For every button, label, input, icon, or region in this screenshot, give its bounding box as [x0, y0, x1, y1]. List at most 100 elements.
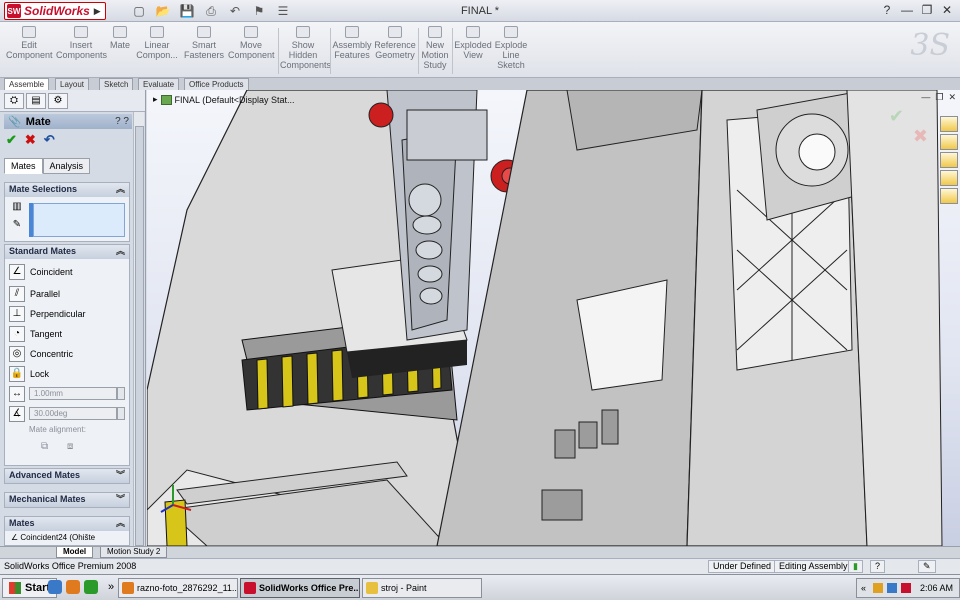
- status-help-icon[interactable]: ?: [870, 560, 886, 573]
- perpendicular-button[interactable]: ⊥ Perpendicular: [9, 305, 86, 323]
- tab-sketch[interactable]: Sketch: [99, 78, 134, 90]
- show-hidden-components-button[interactable]: Show Hidden Components: [280, 26, 331, 70]
- edit-component-button[interactable]: Edit Component: [6, 26, 53, 60]
- insert-components-icon: [74, 26, 88, 38]
- exploded-view-button[interactable]: Exploded View: [454, 26, 492, 60]
- reference-geometry-button[interactable]: Reference Geometry: [374, 26, 416, 60]
- scroll-thumb[interactable]: [135, 126, 144, 546]
- firefox-icon[interactable]: [66, 580, 80, 594]
- antivirus-icon[interactable]: [901, 583, 911, 593]
- aligned-icon[interactable]: ⧉: [41, 441, 48, 452]
- appearances-icon[interactable]: [940, 188, 958, 204]
- parallel-icon: ⫽: [9, 286, 25, 302]
- toolbar-separator: [278, 28, 279, 74]
- solidworks-icon: [244, 582, 256, 594]
- panel-scrollbar[interactable]: [133, 112, 144, 546]
- home-icon[interactable]: [940, 116, 958, 132]
- exploded-view-icon: [466, 26, 480, 38]
- assembly-name: FINAL (Default<Display Stat...: [174, 94, 295, 105]
- angle-button[interactable]: ∡: [9, 405, 25, 423]
- linear-component-pattern-button[interactable]: Linear Compon...: [134, 26, 180, 60]
- lock-button[interactable]: 🔒 Lock: [9, 365, 49, 383]
- motion-study-icon: [428, 26, 442, 38]
- concentric-button[interactable]: ◎ Concentric: [9, 345, 73, 363]
- tab-assemble[interactable]: Assemble: [4, 78, 50, 90]
- quick-launch-more-icon[interactable]: »: [108, 581, 114, 593]
- tab-motion-study-2[interactable]: Motion Study 2: [100, 547, 168, 558]
- feature-tree-flyout[interactable]: ▸ FINAL (Default<Display Stat...: [153, 94, 295, 105]
- quick-launch-app-icon[interactable]: [84, 580, 98, 594]
- close-button[interactable]: ✕: [940, 3, 954, 17]
- property-manager-tab-icon[interactable]: ▤: [26, 92, 46, 109]
- expand-icon[interactable]: ︾: [116, 469, 125, 482]
- tray-app-icon[interactable]: [873, 583, 883, 593]
- property-manager-panel: ⛭ ▤ ⚙ 📎 Mate ? ? ✔ ✖ ↶ Mates Analysis Ma…: [0, 90, 146, 546]
- tab-evaluate[interactable]: Evaluate: [138, 78, 180, 90]
- lock-icon: 🔒: [9, 366, 25, 382]
- angle-field[interactable]: 30.00deg: [29, 407, 117, 420]
- help-icon[interactable]: ?: [880, 3, 894, 17]
- mate-selections-section: Mate Selections ︽ ▥ ✎: [4, 182, 130, 242]
- taskbar-button-firefox[interactable]: razno-foto_2876292_11...: [118, 578, 238, 598]
- tangent-icon: ◔: [9, 326, 25, 342]
- parallel-button[interactable]: ⫽ Parallel: [9, 285, 60, 303]
- taskbar-button-paint[interactable]: stroj - Paint: [362, 578, 482, 598]
- collapse-icon[interactable]: ︽: [116, 517, 125, 530]
- section-header[interactable]: Mates ︽: [5, 517, 129, 531]
- entities-to-mate-box[interactable]: [33, 203, 125, 237]
- mate-button[interactable]: Mate: [108, 26, 132, 50]
- network-icon[interactable]: [887, 583, 897, 593]
- tab-model[interactable]: Model: [56, 547, 94, 558]
- tab-mates[interactable]: Mates: [4, 158, 43, 174]
- restore-button[interactable]: ❐: [920, 3, 934, 17]
- collapse-icon[interactable]: ︽: [116, 183, 125, 196]
- graphics-area[interactable]: ▸ FINAL (Default<Display Stat... — ❐ ✕ ✔…: [147, 90, 960, 546]
- section-header[interactable]: Mate Selections ︽: [5, 183, 129, 197]
- show-desktop-icon[interactable]: [48, 580, 62, 594]
- view-palette-icon[interactable]: [940, 170, 958, 186]
- new-motion-study-button[interactable]: New Motion Study: [420, 26, 450, 70]
- explode-line-sketch-button[interactable]: Explode Line Sketch: [494, 26, 528, 70]
- command-tabs: Assemble Layout Sketch Evaluate Office P…: [0, 78, 960, 90]
- ok-button[interactable]: ✔: [6, 132, 17, 148]
- assembly-features-button[interactable]: Assembly Features: [332, 26, 372, 60]
- status-pin-icon[interactable]: ✎: [918, 560, 936, 573]
- viewport-minimize-icon[interactable]: —: [921, 92, 930, 103]
- tab-analysis[interactable]: Analysis: [42, 158, 91, 174]
- viewport-restore-icon[interactable]: ❐: [935, 92, 943, 103]
- tray-expand-icon[interactable]: «: [861, 579, 866, 597]
- section-header[interactable]: Mechanical Mates ︾: [5, 493, 129, 507]
- mate-title: Mate: [25, 115, 51, 128]
- distance-field[interactable]: 1.00mm: [29, 387, 117, 400]
- collapse-icon[interactable]: ︽: [116, 245, 125, 258]
- undo-button[interactable]: ↶: [44, 132, 55, 148]
- tab-office-products[interactable]: Office Products: [184, 78, 249, 90]
- anti-aligned-icon[interactable]: ⧈: [67, 441, 73, 452]
- move-component-button[interactable]: Move Component: [228, 26, 275, 60]
- coincident-mate-icon: ∠: [11, 533, 21, 542]
- confirmation-ok-icon[interactable]: ✔: [889, 106, 904, 127]
- folder-icon[interactable]: [940, 152, 958, 168]
- section-header[interactable]: Advanced Mates ︾: [5, 469, 129, 483]
- distance-button[interactable]: ↔: [9, 385, 25, 403]
- taskbar-button-solidworks[interactable]: SolidWorks Office Pre...: [240, 578, 360, 598]
- smart-fasteners-button[interactable]: Smart Fasteners: [184, 26, 224, 60]
- mate-header: 📎 Mate ? ?: [4, 114, 132, 129]
- expand-icon[interactable]: ︾: [116, 493, 125, 506]
- configuration-manager-tab-icon[interactable]: ⚙: [48, 92, 68, 109]
- cancel-button[interactable]: ✖: [25, 132, 36, 148]
- tangent-button[interactable]: ◔ Tangent: [9, 325, 62, 343]
- feature-tree-tab-icon[interactable]: ⛭: [4, 92, 24, 109]
- insert-components-button[interactable]: Insert Components: [56, 26, 107, 60]
- mate-list-item[interactable]: ∠ Coincident24 (Ohište: [11, 533, 127, 542]
- coincident-button[interactable]: ∠ Coincident: [9, 263, 73, 281]
- library-icon[interactable]: [940, 134, 958, 150]
- minimize-button[interactable]: —: [900, 3, 914, 17]
- tab-layout[interactable]: Layout: [55, 78, 90, 90]
- confirmation-cancel-icon[interactable]: ✖: [913, 126, 928, 147]
- help-icon[interactable]: ? ?: [115, 116, 129, 127]
- viewport-close-icon[interactable]: ✕: [948, 92, 956, 103]
- distance-spinner[interactable]: [117, 387, 125, 400]
- section-header[interactable]: Standard Mates ︽: [5, 245, 129, 259]
- angle-spinner[interactable]: [117, 407, 125, 420]
